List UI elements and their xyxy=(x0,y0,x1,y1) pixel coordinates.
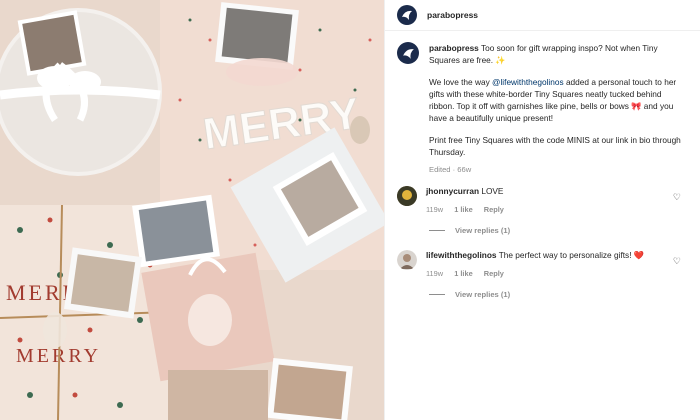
comment-likes[interactable]: 1 like xyxy=(454,269,473,278)
commenter-avatar[interactable] xyxy=(397,186,417,206)
comment-username[interactable]: jhonnycurran xyxy=(426,186,479,196)
commenter-avatar[interactable] xyxy=(397,250,417,270)
account-username[interactable]: parabopress xyxy=(427,10,478,20)
caption-avatar[interactable] xyxy=(397,42,419,64)
heart-outline-icon[interactable]: ♡ xyxy=(673,256,681,267)
comment-likes[interactable]: 1 like xyxy=(454,205,473,214)
caption-username[interactable]: parabopress xyxy=(429,43,479,53)
mention-link[interactable]: @lifewiththegolinos xyxy=(492,77,564,87)
comment-username[interactable]: lifewiththegolinos xyxy=(426,250,497,260)
gift-wrapping-photo: MERRY MERRY MERRY xyxy=(0,0,384,420)
avatar-image xyxy=(397,186,417,206)
avatar-image xyxy=(397,250,417,270)
heart-outline-icon[interactable]: ♡ xyxy=(673,192,681,203)
caption-text-p3: Print free Tiny Squares with the code MI… xyxy=(429,135,681,157)
comment-text: LOVE xyxy=(481,186,504,196)
post-image[interactable]: MERRY MERRY MERRY xyxy=(0,0,384,420)
reply-button[interactable]: Reply xyxy=(484,205,504,214)
post-details-panel: parabopress parabopress Too soon for gif… xyxy=(384,0,700,420)
parabo-logo-icon xyxy=(402,10,412,20)
comment-age: 119w xyxy=(426,205,444,214)
comment-age: 119w xyxy=(426,269,444,278)
post-meta: Edited · 66w xyxy=(429,165,472,174)
view-replies-label: View replies (1) xyxy=(455,226,511,235)
view-replies-button[interactable]: View replies (1) xyxy=(429,290,510,299)
comment-item: jhonnycurran LOVE 119w 1 like Reply ♡ xyxy=(397,186,689,215)
comment-text: The perfect way to personalize gifts! ❤️ xyxy=(498,250,645,260)
view-replies-button[interactable]: View replies (1) xyxy=(429,226,510,235)
caption-text-p2-before: We love the way xyxy=(429,77,493,87)
caption-body: parabopress Too soon for gift wrapping i… xyxy=(429,42,689,176)
replies-divider xyxy=(429,230,445,231)
comment-item: lifewiththegolinos The perfect way to pe… xyxy=(397,250,689,279)
reply-button[interactable]: Reply xyxy=(484,269,504,278)
parabo-logo-icon xyxy=(402,48,414,59)
post-caption: parabopress Too soon for gift wrapping i… xyxy=(397,42,689,176)
post-header: parabopress xyxy=(385,0,700,31)
view-replies-label: View replies (1) xyxy=(455,290,511,299)
account-avatar[interactable] xyxy=(397,5,417,25)
instagram-post-view: MERRY MERRY MERRY xyxy=(0,0,700,420)
replies-divider xyxy=(429,294,445,295)
